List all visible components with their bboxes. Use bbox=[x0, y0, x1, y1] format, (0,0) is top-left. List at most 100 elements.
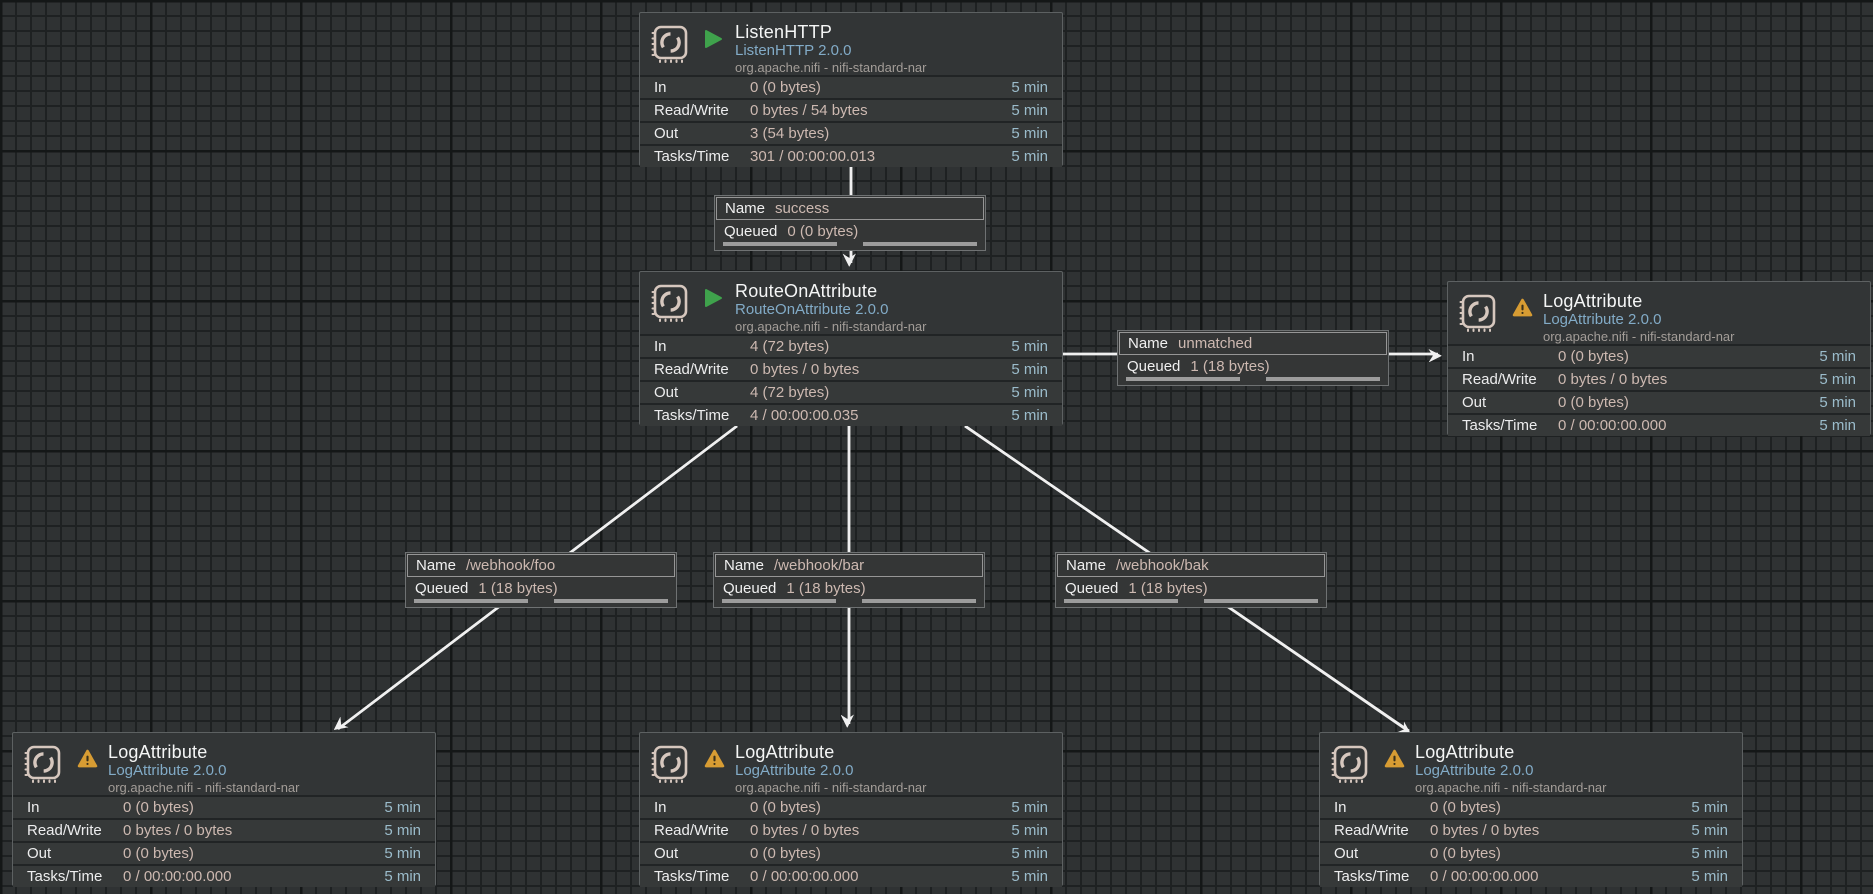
processor-name: ListenHTTP bbox=[735, 22, 1050, 42]
processor-bundle: org.apache.nifi - nifi-standard-nar bbox=[735, 319, 1050, 335]
stat-value: 0 / 00:00:00.000 bbox=[750, 868, 992, 885]
stat-row: In0 (0 bytes)5 min bbox=[640, 795, 1062, 818]
stat-row: In0 (0 bytes)5 min bbox=[13, 795, 435, 818]
processor-titles: LogAttributeLogAttribute 2.0.0org.apache… bbox=[108, 742, 423, 796]
stat-period: 5 min bbox=[1672, 822, 1728, 839]
connection-queued-row: Queued 0 (0 bytes) bbox=[715, 221, 985, 241]
stat-value: 0 / 00:00:00.000 bbox=[1558, 417, 1800, 434]
processor-bundle: org.apache.nifi - nifi-standard-nar bbox=[1543, 329, 1858, 345]
stat-label: In bbox=[1334, 799, 1430, 816]
stat-value: 0 (0 bytes) bbox=[123, 799, 365, 816]
stat-period: 5 min bbox=[365, 845, 421, 862]
processor-header: ListenHTTPListenHTTP 2.0.0org.apache.nif… bbox=[640, 13, 1062, 74]
processor-header: LogAttributeLogAttribute 2.0.0org.apache… bbox=[1320, 733, 1742, 794]
stat-period: 5 min bbox=[992, 102, 1048, 119]
processor-node-listenhttp[interactable]: ListenHTTPListenHTTP 2.0.0org.apache.nif… bbox=[639, 12, 1063, 166]
stat-label: Tasks/Time bbox=[654, 407, 750, 424]
queue-count-bar bbox=[414, 599, 528, 603]
stat-row: Read/Write0 bytes / 0 bytes5 min bbox=[1320, 818, 1742, 841]
connection-name-value: /webhook/bak bbox=[1116, 557, 1209, 574]
stat-value: 3 (54 bytes) bbox=[750, 125, 992, 142]
processor-titles: LogAttributeLogAttribute 2.0.0org.apache… bbox=[735, 742, 1050, 796]
processor-bundle: org.apache.nifi - nifi-standard-nar bbox=[108, 780, 423, 796]
stat-row: In4 (72 bytes)5 min bbox=[640, 334, 1062, 357]
stat-value: 0 bytes / 0 bytes bbox=[1558, 371, 1800, 388]
stat-period: 5 min bbox=[1672, 845, 1728, 862]
processor-stats: In0 (0 bytes)5 minRead/Write0 bytes / 0 … bbox=[640, 795, 1062, 887]
connection-queued-key: Queued bbox=[723, 580, 776, 597]
stat-period: 5 min bbox=[992, 79, 1048, 96]
queue-size-bar bbox=[863, 242, 977, 246]
connection-name-row: Name unmatched bbox=[1119, 332, 1387, 355]
stat-value: 0 bytes / 0 bytes bbox=[1430, 822, 1672, 839]
stat-label: Tasks/Time bbox=[654, 148, 750, 165]
connection-label-success[interactable]: Name success Queued 0 (0 bytes) bbox=[714, 195, 986, 251]
run-status-running-icon bbox=[704, 288, 725, 308]
stat-row: Read/Write0 bytes / 0 bytes5 min bbox=[13, 818, 435, 841]
stat-period: 5 min bbox=[1800, 371, 1856, 388]
stat-label: Tasks/Time bbox=[27, 868, 123, 885]
connection-name-row: Name success bbox=[716, 197, 984, 220]
stat-period: 5 min bbox=[992, 845, 1048, 862]
queue-count-bar bbox=[722, 599, 836, 603]
connection-queued-row: Queued 1 (18 bytes) bbox=[1118, 356, 1388, 376]
stat-value: 0 bytes / 54 bytes bbox=[750, 102, 992, 119]
queue-count-bar bbox=[1126, 377, 1240, 381]
connection-queued-value: 1 (18 bytes) bbox=[786, 580, 865, 597]
connection-queued-row: Queued 1 (18 bytes) bbox=[406, 578, 676, 598]
stat-value: 0 bytes / 0 bytes bbox=[123, 822, 365, 839]
connection-label-webhook-foo[interactable]: Name /webhook/foo Queued 1 (18 bytes) bbox=[405, 552, 677, 608]
processor-node-logattribute-unmatched[interactable]: LogAttributeLogAttribute 2.0.0org.apache… bbox=[1447, 281, 1871, 435]
connection-queued-row: Queued 1 (18 bytes) bbox=[714, 578, 984, 598]
processor-header: LogAttributeLogAttribute 2.0.0org.apache… bbox=[640, 733, 1062, 794]
stat-label: Out bbox=[1462, 394, 1558, 411]
connection-label-webhook-bar[interactable]: Name /webhook/bar Queued 1 (18 bytes) bbox=[713, 552, 985, 608]
connection-name-value: /webhook/bar bbox=[774, 557, 864, 574]
queue-size-bar bbox=[554, 599, 668, 603]
connection-queued-value: 0 (0 bytes) bbox=[787, 223, 858, 240]
connection-queued-key: Queued bbox=[1127, 358, 1180, 375]
stat-row: In0 (0 bytes)5 min bbox=[640, 75, 1062, 98]
processor-type: LogAttribute 2.0.0 bbox=[735, 762, 1050, 780]
stat-value: 301 / 00:00:00.013 bbox=[750, 148, 992, 165]
connection-label-unmatched[interactable]: Name unmatched Queued 1 (18 bytes) bbox=[1117, 330, 1389, 386]
stat-value: 0 (0 bytes) bbox=[123, 845, 365, 862]
stat-period: 5 min bbox=[992, 868, 1048, 885]
queue-size-bar bbox=[1204, 599, 1318, 603]
connection-queued-key: Queued bbox=[1065, 580, 1118, 597]
queue-size-bar bbox=[862, 599, 976, 603]
connection-name-key: Name bbox=[1128, 335, 1168, 352]
connection-queued-value: 1 (18 bytes) bbox=[1128, 580, 1207, 597]
stat-value: 0 (0 bytes) bbox=[1430, 799, 1672, 816]
processor-name: RouteOnAttribute bbox=[735, 281, 1050, 301]
processor-stats: In4 (72 bytes)5 min Read/Write0 bytes / 0… bbox=[640, 334, 1062, 426]
stat-row: Read/Write0 bytes / 0 bytes5 min bbox=[640, 818, 1062, 841]
connection-queued-row: Queued 1 (18 bytes) bbox=[1056, 578, 1326, 598]
connection-label-webhook-bak[interactable]: Name /webhook/bak Queued 1 (18 bytes) bbox=[1055, 552, 1327, 608]
stat-row: Read/Write0 bytes / 0 bytes5 min bbox=[1448, 367, 1870, 390]
connection-queued-value: 1 (18 bytes) bbox=[1190, 358, 1269, 375]
stat-label: Read/Write bbox=[1334, 822, 1430, 839]
processor-titles: ListenHTTPListenHTTP 2.0.0org.apache.nif… bbox=[735, 22, 1050, 76]
processor-titles: LogAttributeLogAttribute 2.0.0org.apache… bbox=[1543, 291, 1858, 345]
processor-stamp-icon bbox=[1458, 292, 1502, 336]
processor-node-logattribute-bar[interactable]: LogAttributeLogAttribute 2.0.0org.apache… bbox=[639, 732, 1063, 886]
stat-row: Out0 (0 bytes)5 min bbox=[640, 841, 1062, 864]
processor-type: ListenHTTP 2.0.0 bbox=[735, 42, 1050, 60]
processor-node-routeonattribute[interactable]: RouteOnAttributeRouteOnAttribute 2.0.0or… bbox=[639, 271, 1063, 425]
stat-value: 0 bytes / 0 bytes bbox=[750, 361, 992, 378]
stat-label: Read/Write bbox=[654, 361, 750, 378]
stat-label: Tasks/Time bbox=[1334, 868, 1430, 885]
processor-stamp-icon bbox=[650, 23, 694, 67]
warning-icon bbox=[1384, 749, 1405, 768]
stat-period: 5 min bbox=[992, 407, 1048, 424]
connection-name-value: /webhook/foo bbox=[466, 557, 555, 574]
processor-node-logattribute-bak[interactable]: LogAttributeLogAttribute 2.0.0org.apache… bbox=[1319, 732, 1743, 886]
stat-period: 5 min bbox=[992, 384, 1048, 401]
stat-row: Tasks/Time0 / 00:00:00.0005 min bbox=[1320, 864, 1742, 887]
stat-period: 5 min bbox=[992, 125, 1048, 142]
processor-node-logattribute-foo[interactable]: LogAttributeLogAttribute 2.0.0org.apache… bbox=[12, 732, 436, 886]
stat-period: 5 min bbox=[992, 338, 1048, 355]
stat-period: 5 min bbox=[992, 822, 1048, 839]
stat-value: 0 (0 bytes) bbox=[1558, 394, 1800, 411]
